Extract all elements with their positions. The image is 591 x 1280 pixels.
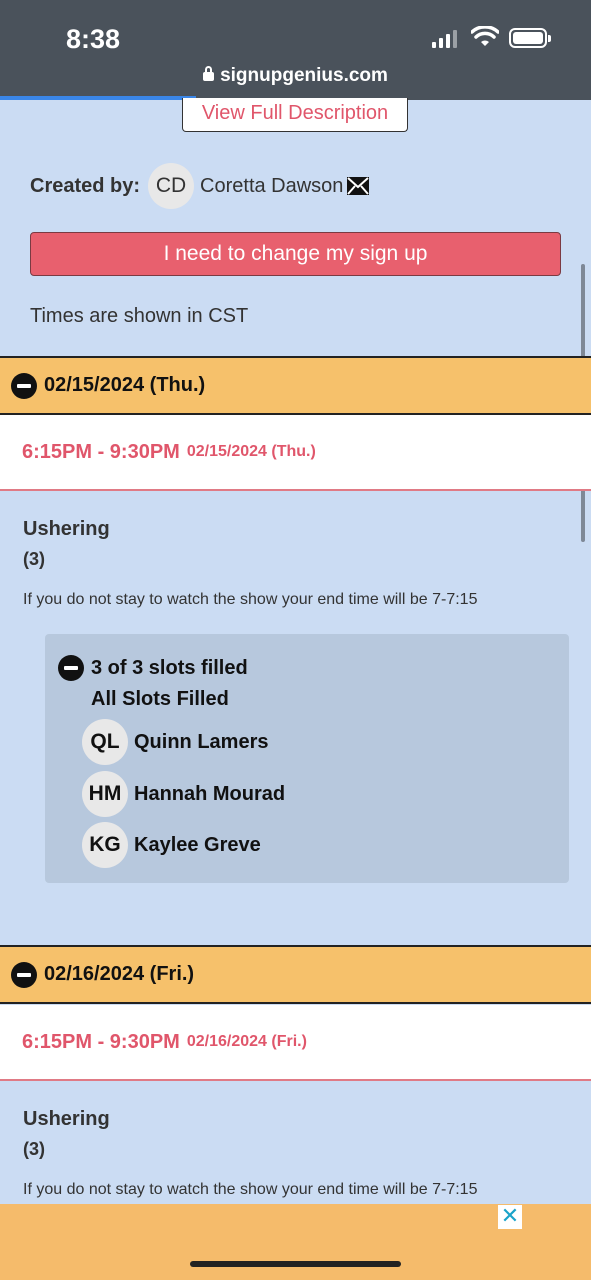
role-note: If you do not stay to watch the show you…	[23, 1181, 478, 1198]
date-label: 02/16/2024 (Fri.)	[44, 963, 195, 985]
time-slot-row: 6:15PM - 9:30PM 02/16/2024 (Fri.)	[0, 1005, 591, 1081]
collapse-icon[interactable]	[58, 655, 84, 681]
role-title: Ushering	[23, 518, 110, 540]
slots-status: All Slots Filled	[91, 688, 229, 710]
participant-name: Quinn Lamers	[134, 730, 269, 753]
slots-panel: 3 of 3 slots filled All Slots Filled QL …	[45, 634, 569, 883]
page-load-progress	[0, 96, 196, 100]
time-slot-row: 6:15PM - 9:30PM 02/15/2024 (Thu.)	[0, 415, 591, 491]
creator-row: Created by: CD Coretta Dawson	[30, 163, 370, 209]
role-title: Ushering	[23, 1108, 110, 1130]
view-full-description-button[interactable]: View Full Description	[182, 98, 408, 132]
collapse-icon[interactable]	[11, 961, 37, 988]
time-range: 6:15PM - 9:30PM	[22, 1030, 180, 1053]
collapse-icon[interactable]	[11, 372, 37, 399]
role-count: (3)	[23, 549, 45, 569]
address-bar[interactable]: signupgenius.com	[0, 65, 591, 87]
wifi-icon	[471, 26, 499, 46]
avatar: HM	[82, 771, 128, 817]
battery-icon	[509, 28, 551, 48]
browser-status-bar: 8:38 signupgenius.com	[0, 0, 591, 100]
time-date: 02/15/2024 (Thu.)	[186, 443, 316, 460]
email-icon[interactable]	[347, 177, 370, 195]
time-range: 6:15PM - 9:30PM	[22, 440, 180, 463]
clock: 8:38	[66, 24, 121, 54]
close-icon[interactable]: ✕	[498, 1205, 522, 1229]
participant-name: Kaylee Greve	[134, 833, 261, 856]
cellular-signal-icon	[432, 30, 457, 48]
role-count: (3)	[23, 1139, 45, 1159]
role-note: If you do not stay to watch the show you…	[23, 591, 478, 608]
time-date: 02/16/2024 (Fri.)	[186, 1033, 307, 1050]
avatar: KG	[82, 822, 128, 868]
creator-avatar: CD	[148, 163, 195, 209]
date-label: 02/15/2024 (Thu.)	[44, 374, 206, 396]
date-header[interactable]: 02/15/2024 (Thu.)	[0, 356, 591, 415]
participant-name: Hannah Mourad	[134, 782, 286, 805]
url-text: signupgenius.com	[220, 65, 388, 86]
date-header[interactable]: 02/16/2024 (Fri.)	[0, 945, 591, 1004]
change-signup-button[interactable]: I need to change my sign up	[30, 232, 561, 276]
creator-name: Coretta Dawson	[200, 174, 344, 197]
participant: QL Quinn Lamers	[82, 719, 268, 765]
timezone-note: Times are shown in CST	[30, 305, 249, 327]
participant: HM Hannah Mourad	[82, 771, 285, 817]
slots-filled-label: 3 of 3 slots filled	[91, 656, 248, 679]
lock-icon	[203, 66, 215, 81]
home-indicator[interactable]	[190, 1261, 401, 1267]
created-by-label: Created by:	[30, 174, 141, 197]
participant: KG Kaylee Greve	[82, 822, 261, 868]
slots-header[interactable]: 3 of 3 slots filled	[58, 655, 248, 681]
avatar: QL	[82, 719, 128, 765]
